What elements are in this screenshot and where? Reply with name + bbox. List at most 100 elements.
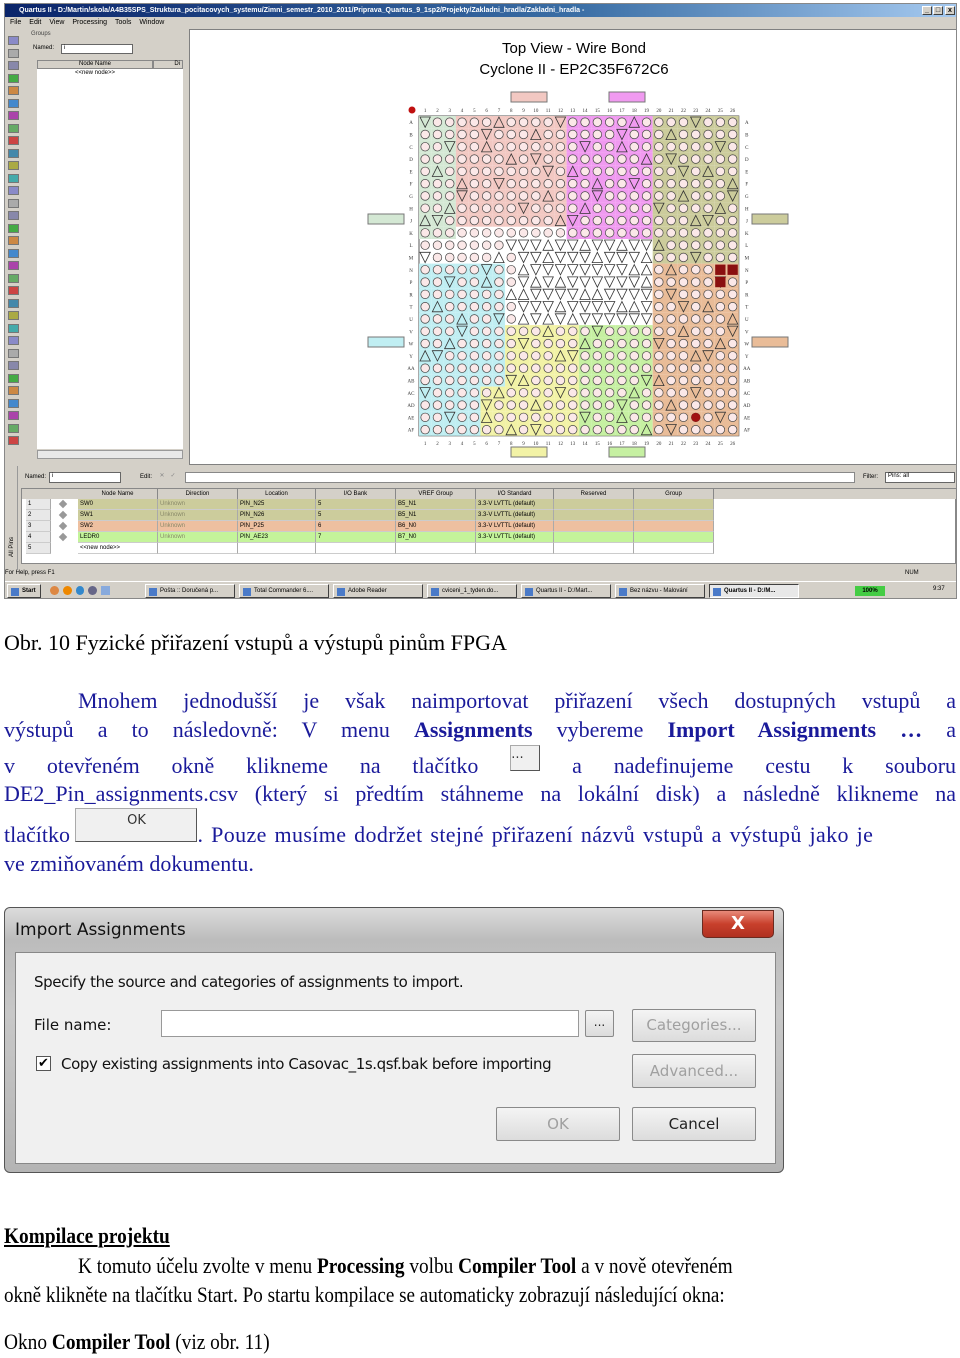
pin-circle[interactable]: [494, 338, 504, 349]
pin-circle[interactable]: [605, 375, 615, 386]
table-cell[interactable]: SW2: [78, 521, 158, 532]
pin-circle[interactable]: [617, 203, 627, 213]
pin-circle[interactable]: [482, 166, 492, 177]
toolbar-tool-icon[interactable]: [8, 336, 19, 345]
pin-circle[interactable]: [666, 338, 676, 349]
pin-circle[interactable]: [432, 375, 443, 386]
toolbar-tool-icon[interactable]: [8, 311, 19, 320]
pin-circle[interactable]: [691, 240, 701, 250]
pin-circle[interactable]: [457, 277, 467, 287]
pin-circle[interactable]: [678, 412, 689, 423]
task-total-commander[interactable]: Total Commander 6....: [239, 584, 329, 598]
pin-circle[interactable]: [469, 203, 480, 213]
table-cell[interactable]: PIN_N26: [238, 510, 316, 521]
toolbar-tool-icon[interactable]: [8, 361, 19, 370]
pin-circle[interactable]: [703, 252, 713, 263]
pin-circle[interactable]: [617, 363, 627, 373]
table-row[interactable]: 4 LEDR0 Unknown PIN_AE23 7 B7_N0 3.3-V LVTTL (…: [22, 532, 956, 543]
pin-circle[interactable]: [629, 375, 639, 386]
pin-circle[interactable]: [703, 326, 713, 336]
table-cell[interactable]: B5_N1: [396, 510, 476, 521]
pin-circle[interactable]: [568, 412, 578, 423]
pin-circle[interactable]: [518, 215, 529, 226]
pin-circle[interactable]: [654, 314, 664, 324]
pin-circle[interactable]: [432, 277, 443, 287]
pin-circle[interactable]: [641, 142, 652, 152]
pin-circle[interactable]: [654, 252, 664, 263]
pin-circle[interactable]: [605, 400, 615, 410]
pin-circle[interactable]: [580, 351, 590, 361]
pin-circle[interactable]: [703, 289, 713, 300]
table-cell[interactable]: 3.3-V LVTTL (default): [476, 510, 554, 521]
table-cell[interactable]: 5: [316, 510, 396, 521]
pin-circle[interactable]: [482, 351, 492, 361]
pin-circle[interactable]: [420, 240, 430, 250]
table-cell[interactable]: Unknown: [158, 499, 238, 510]
pin-circle[interactable]: [691, 326, 701, 336]
pin-circle[interactable]: [592, 400, 603, 410]
pin-circle[interactable]: [531, 363, 541, 373]
pin-circle[interactable]: [715, 154, 725, 164]
table-cell[interactable]: Unknown: [158, 532, 238, 543]
pin-circle[interactable]: [568, 375, 578, 386]
pin-circle[interactable]: [641, 412, 652, 423]
pin-circle[interactable]: [592, 351, 603, 361]
edit-field[interactable]: [185, 472, 855, 483]
pin-circle[interactable]: [432, 191, 443, 201]
pin-circle[interactable]: [494, 203, 504, 213]
pin-circle[interactable]: [445, 265, 455, 275]
table-cell[interactable]: <<new node>>: [78, 543, 158, 554]
pin-circle[interactable]: [469, 142, 480, 152]
pin-circle[interactable]: [543, 178, 553, 189]
pin-circle[interactable]: [666, 252, 676, 263]
pin-circle[interactable]: [518, 142, 529, 152]
pin-circle[interactable]: [469, 178, 480, 189]
pin-circle[interactable]: [703, 388, 713, 398]
pin-circle[interactable]: [432, 117, 443, 127]
pin-circle[interactable]: [568, 178, 578, 189]
pin-circle[interactable]: [605, 326, 615, 336]
pin-circle[interactable]: [691, 142, 701, 152]
pin-circle[interactable]: [469, 252, 480, 263]
pin-circle[interactable]: [506, 129, 516, 140]
pin-circle[interactable]: [666, 203, 676, 213]
pin-circle[interactable]: [654, 425, 664, 435]
pin-circle[interactable]: [555, 326, 566, 336]
table-cell[interactable]: 6: [316, 521, 396, 532]
column-header[interactable]: VREF Group: [396, 489, 476, 499]
pin-circle[interactable]: [531, 351, 541, 361]
pin-circle[interactable]: [457, 166, 467, 177]
table-cell[interactable]: PIN_P25: [238, 521, 316, 532]
pin-circle[interactable]: [654, 265, 664, 275]
pin-circle[interactable]: [728, 400, 738, 410]
pin-circle[interactable]: [678, 117, 689, 127]
pin-circle[interactable]: [457, 388, 467, 398]
table-row[interactable]: 2 SW1 Unknown PIN_N26 5 B5_N1 3.3-V LVTTL (def…: [22, 510, 956, 521]
toolbar-tool-icon[interactable]: [8, 186, 19, 195]
pin-circle[interactable]: [678, 142, 689, 152]
pin-circle[interactable]: [506, 142, 516, 152]
pin-circle[interactable]: [494, 154, 504, 164]
pin-circle[interactable]: [432, 154, 443, 164]
pin-circle[interactable]: [518, 129, 529, 140]
toolbar-tool-icon[interactable]: [8, 261, 19, 270]
pin-circle[interactable]: [641, 129, 652, 140]
pin-circle[interactable]: [469, 412, 480, 423]
pin-circle[interactable]: [543, 117, 553, 127]
column-header[interactable]: Direction: [158, 489, 238, 499]
pin-circle[interactable]: [715, 178, 725, 189]
toolbar-tool-icon[interactable]: [8, 298, 19, 308]
pin-circle[interactable]: [691, 425, 701, 435]
table-cell[interactable]: 5: [316, 499, 396, 510]
pin-circle[interactable]: [445, 289, 455, 300]
pin-circle[interactable]: [555, 412, 566, 423]
pin-circle[interactable]: [506, 191, 516, 201]
pin1-marker[interactable]: [408, 106, 416, 114]
pin-circle[interactable]: [432, 400, 443, 410]
pin-circle[interactable]: [715, 228, 725, 238]
pin-circle[interactable]: [715, 302, 725, 312]
pin-circle[interactable]: [654, 326, 664, 336]
pin-circle[interactable]: [518, 178, 529, 189]
table-cell[interactable]: PIN_AE23: [238, 532, 316, 543]
pin-circle[interactable]: [420, 375, 430, 386]
